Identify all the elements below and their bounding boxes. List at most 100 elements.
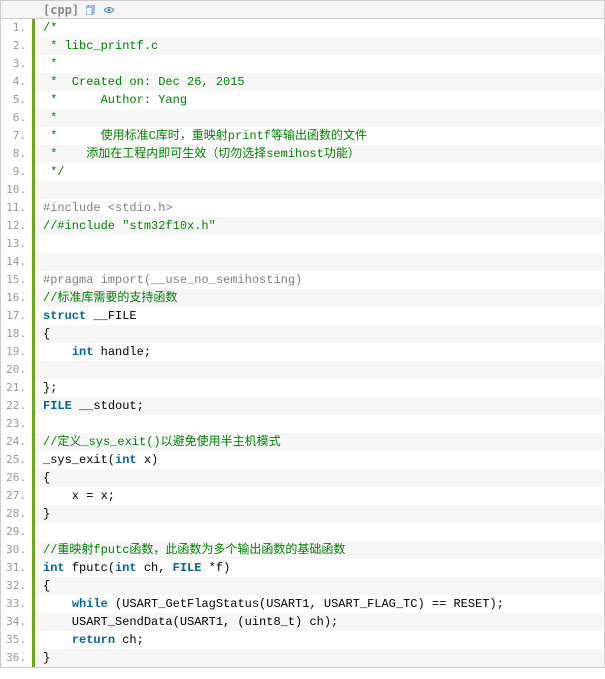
code-token [43,183,57,197]
line-gutter: 1.2.3.4.5.6.7.8.9.10.11.12.13.14.15.16.1… [1,19,35,667]
line-number: 26. [1,469,32,487]
code-token: ch; [115,633,144,647]
line-number: 17. [1,307,32,325]
line-number: 31. [1,559,32,577]
code-token: int [72,345,94,359]
code-line [35,415,604,433]
code-line: { [35,577,604,595]
code-token: _sys_exit( [43,453,115,467]
code-token: * 添加在工程内即可生效（切勿选择semihost功能） [43,147,360,161]
code-token: __stdout; [72,399,144,413]
code-header: [cpp] [1,1,604,19]
line-number: 9. [1,163,32,181]
code-line: int fputc(int ch, FILE *f) [35,559,604,577]
code-line: * 添加在工程内即可生效（切勿选择semihost功能） [35,145,604,163]
code-line: int handle; [35,343,604,361]
code-token: { [43,327,50,341]
code-token: } [43,651,50,665]
code-line: struct __FILE [35,307,604,325]
code-block: [cpp] 1.2.3.4.5.6.7.8.9.10.11.12.13.14.1… [0,0,605,668]
line-number: 14. [1,253,32,271]
line-number: 34. [1,613,32,631]
code-token: * [43,111,57,125]
code-line: //#include "stm32f10x.h" [35,217,604,235]
code-token [43,237,57,251]
code-line: return ch; [35,631,604,649]
code-token: FILE [173,561,202,575]
code-token: * Created on: Dec 26, 2015 [43,75,245,89]
code-line: * libc_printf.c [35,37,604,55]
line-number: 30. [1,541,32,559]
line-number: 2. [1,37,32,55]
code-line [35,523,604,541]
code-token: int [115,561,137,575]
line-number: 25. [1,451,32,469]
code-token: struct [43,309,86,323]
line-number: 1. [1,19,32,37]
code-token [43,597,72,611]
code-line: { [35,325,604,343]
code-line: * [35,109,604,127]
code-token: * libc_printf.c [43,39,158,53]
language-tag: [cpp] [43,3,79,17]
line-number: 15. [1,271,32,289]
code-token: __FILE [86,309,136,323]
code-token: * [43,57,57,71]
code-line: * [35,55,604,73]
code-line: USART_SendData(USART1, (uint8_t) ch); [35,613,604,631]
code-token [43,417,57,431]
code-token [43,525,57,539]
code-token: *f) [201,561,230,575]
line-number: 11. [1,199,32,217]
code-line: } [35,505,604,523]
code-token: //定义_sys_exit()以避免使用半主机模式 [43,435,281,449]
line-number: 4. [1,73,32,91]
code-token: #pragma import(__use_no_semihosting) [43,273,302,287]
code-line: { [35,469,604,487]
code-token: x = x; [43,489,115,503]
line-number: 33. [1,595,32,613]
code-line: while (USART_GetFlagStatus(USART1, USART… [35,595,604,613]
code-line: //标准库需要的支持函数 [35,289,604,307]
code-token: * Author: Yang [43,93,187,107]
copy-icon[interactable] [85,4,97,16]
code-line: * Created on: Dec 26, 2015 [35,73,604,91]
line-number: 13. [1,235,32,253]
code-token: //标准库需要的支持函数 [43,291,177,305]
code-token: USART_SendData(USART1, (uint8_t) ch); [43,615,338,629]
code-token: while [72,597,108,611]
code-token: }; [43,381,57,395]
code-token: /* [43,21,57,35]
code-token: x) [137,453,159,467]
code-line: _sys_exit(int x) [35,451,604,469]
code-line [35,235,604,253]
line-number: 28. [1,505,32,523]
code-body: 1.2.3.4.5.6.7.8.9.10.11.12.13.14.15.16.1… [1,19,604,667]
view-icon[interactable] [103,4,115,16]
line-number: 36. [1,649,32,667]
code-token: return [72,633,115,647]
line-number: 6. [1,109,32,127]
code-line [35,361,604,379]
code-token: int [115,453,137,467]
code-token: { [43,471,50,485]
code-line: }; [35,379,604,397]
line-number: 24. [1,433,32,451]
code-line: */ [35,163,604,181]
code-line: * Author: Yang [35,91,604,109]
line-number: 16. [1,289,32,307]
code-line: } [35,649,604,667]
code-line: #pragma import(__use_no_semihosting) [35,271,604,289]
code-token [43,633,72,647]
code-token: fputc( [65,561,115,575]
code-token: ch, [137,561,173,575]
code-token: //重映射fputc函数，此函数为多个输出函数的基础函数 [43,543,345,557]
line-number: 27. [1,487,32,505]
code-content[interactable]: /* * libc_printf.c * * Created on: Dec 2… [35,19,604,667]
code-token [43,345,72,359]
line-number: 29. [1,523,32,541]
line-number: 3. [1,55,32,73]
code-line: FILE __stdout; [35,397,604,415]
code-token: } [43,507,50,521]
code-line: //重映射fputc函数，此函数为多个输出函数的基础函数 [35,541,604,559]
